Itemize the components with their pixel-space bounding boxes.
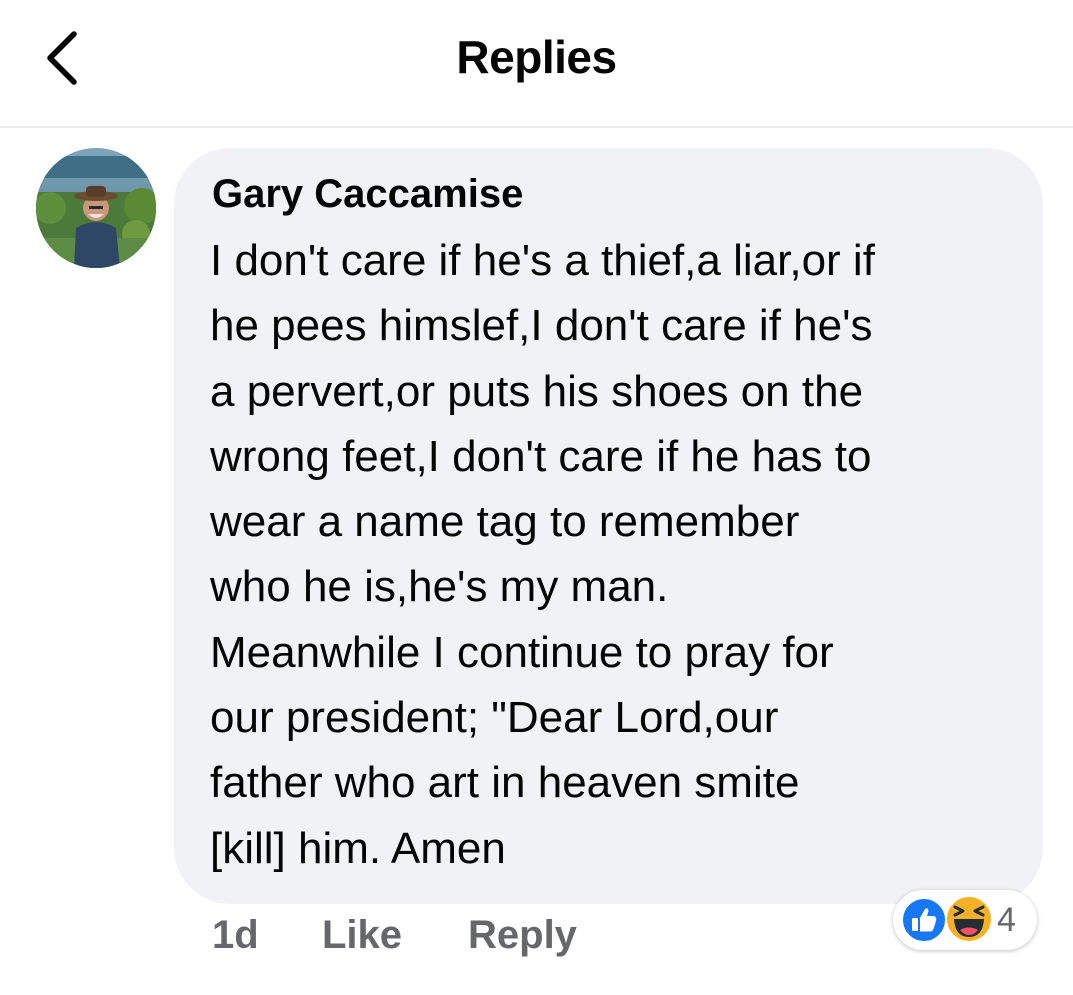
reactions-summary[interactable]: 4 xyxy=(893,890,1037,950)
like-reaction-icon xyxy=(901,897,947,943)
reply-button[interactable]: Reply xyxy=(468,913,577,958)
comment-line: I don't care if he's a thief,a liar,or i… xyxy=(210,236,875,285)
haha-reaction-icon xyxy=(945,895,993,943)
comment-line: [kill] him. Amen xyxy=(210,823,506,873)
comment-line: he pees himslef,I don't care if he's xyxy=(210,301,873,351)
comment-line: who he is,he's my man. xyxy=(210,562,669,612)
comment-line: our president; "Dear Lord,our xyxy=(210,693,779,743)
comment-timestamp: 1d xyxy=(212,913,259,957)
page-title: Replies xyxy=(456,31,617,83)
comment-bubble: Gary Caccamise I don't care if he's a th… xyxy=(174,148,1043,904)
comment-line: a pervert,or puts his shoes on the xyxy=(210,366,864,416)
comment-author[interactable]: Gary Caccamise xyxy=(212,172,523,217)
comment-line: wrong feet,I don't care if he has to xyxy=(210,431,872,481)
avatar[interactable] xyxy=(36,148,156,268)
comment-line: father who art in heaven smite xyxy=(210,758,800,808)
reaction-count: 4 xyxy=(997,901,1016,939)
top-bar: Replies xyxy=(0,0,1073,128)
like-button[interactable]: Like xyxy=(322,913,402,958)
comment-text: I don't care if he's a thief,a liar,or i… xyxy=(210,228,1010,881)
comment-line: wear a name tag to remember xyxy=(210,497,800,547)
comment-line: Meanwhile I continue to pray for xyxy=(210,627,834,677)
